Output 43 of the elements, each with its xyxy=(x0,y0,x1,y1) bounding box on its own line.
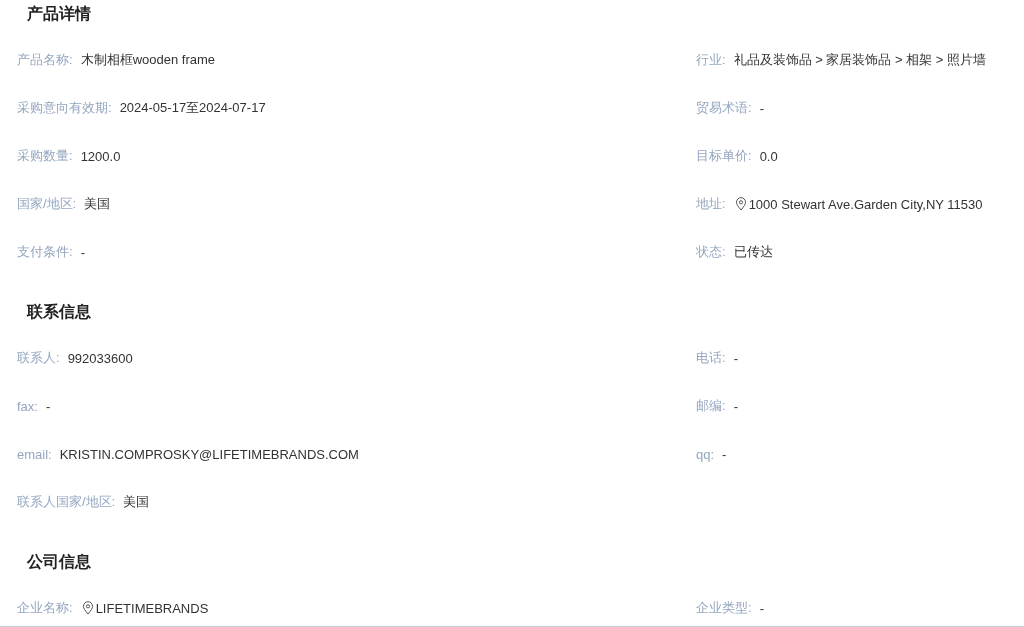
field-label: 产品名称: xyxy=(17,51,73,69)
field-value: 木制相框wooden frame xyxy=(80,51,215,69)
section-title: 公司信息 xyxy=(27,552,92,572)
field-value: - xyxy=(733,398,738,414)
field-value: - xyxy=(45,398,51,414)
field-label: 行业: xyxy=(696,51,726,69)
location-pin-icon xyxy=(733,197,748,211)
field-value: 0.0 xyxy=(759,148,778,164)
field-label: 联系人国家/地区: xyxy=(17,493,116,511)
field-value: - xyxy=(722,446,727,462)
field-label: qq: xyxy=(696,446,715,462)
field-value: LIFETIMEBRANDS xyxy=(95,600,209,616)
field-label: 联系人: xyxy=(17,349,60,367)
field-label: 贸易术语: xyxy=(696,99,752,117)
field-label: email: xyxy=(17,446,52,462)
field-value: - xyxy=(759,100,764,116)
field-value: 已传达 xyxy=(733,243,773,261)
field-value: - xyxy=(80,244,85,260)
field-label: 目标单价: xyxy=(696,147,752,165)
field-value: 美国 xyxy=(123,493,150,511)
section-title: 产品详情 xyxy=(27,4,92,24)
field-value: - xyxy=(733,350,738,366)
field-value: 礼品及装饰品 > 家居装饰品 > 相架 > 照片墙 xyxy=(733,51,987,69)
field-label: 采购意向有效期: xyxy=(17,99,112,117)
field-value: KRISTIN.COMPROSKY@LIFETIMEBRANDS.COM xyxy=(59,446,359,462)
field-label: 企业类型: xyxy=(696,599,752,617)
field-label: 支付条件: xyxy=(17,243,73,261)
field-value: - xyxy=(759,600,764,616)
field-label: 邮编: xyxy=(696,397,726,415)
field-label: 电话: xyxy=(696,349,726,367)
field-label: 采购数量: xyxy=(17,147,73,165)
field-value: 美国 xyxy=(84,195,111,213)
field-label: fax: xyxy=(17,398,38,414)
field-label: 状态: xyxy=(696,243,726,261)
field-value: 992033600 xyxy=(67,350,133,366)
field-value: 1200.0 xyxy=(80,148,121,164)
field-value: 2024-05-17至2024-07-17 xyxy=(119,99,266,117)
field-value: 1000 Stewart Ave.Garden City,NY 11530 xyxy=(748,196,983,212)
field-label: 国家/地区: xyxy=(17,195,77,213)
section-title: 联系信息 xyxy=(27,302,92,322)
field-label: 地址: xyxy=(696,195,726,213)
field-label: 企业名称: xyxy=(17,599,73,617)
location-pin-icon xyxy=(80,601,95,615)
